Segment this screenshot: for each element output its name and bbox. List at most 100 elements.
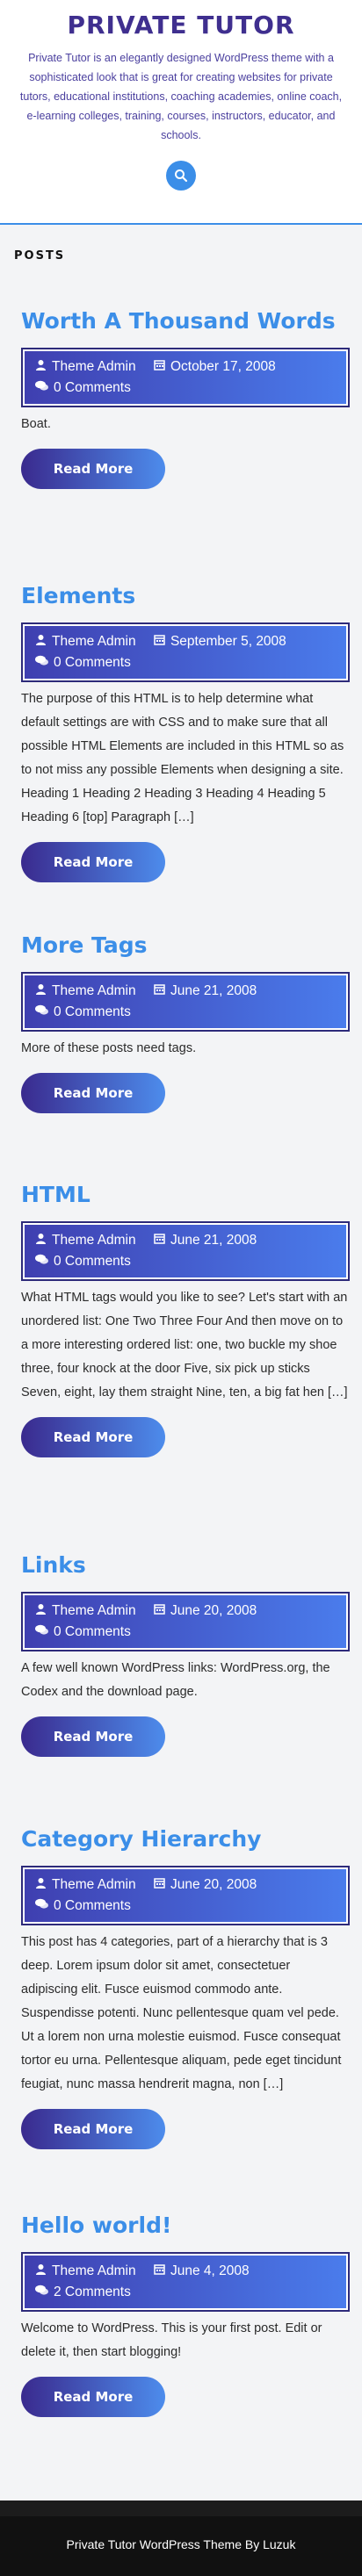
post-comments-text: 0 Comments [54,380,131,396]
post-author[interactable]: Theme Admin [35,356,136,378]
post-author-name: Theme Admin [52,983,136,999]
post: Links Theme Admin June 20, 2008 0 Commen… [0,1551,362,1758]
post-date-text: June 4, 2008 [170,2263,250,2279]
post-comments[interactable]: 0 Comments [35,1251,131,1272]
post-comments[interactable]: 0 Comments [35,1896,131,1917]
comments-icon [35,378,48,399]
post-author[interactable]: Theme Admin [35,1874,136,1896]
post-comments-text: 0 Comments [54,1254,131,1270]
post-title[interactable]: Links [21,1551,350,1579]
user-icon [35,356,47,378]
site-footer: Private Tutor WordPress Theme By Luzuk [0,2500,362,2576]
post-excerpt: This post has 4 categories, part of a hi… [21,1935,342,2092]
post-title[interactable]: Hello world! [21,2212,350,2240]
post-author-name: Theme Admin [52,1233,136,1248]
post-comments-text: 0 Comments [54,1624,131,1640]
search-button[interactable] [166,161,196,191]
user-icon [35,1874,47,1896]
user-icon [35,1230,47,1251]
post-comments-text: 0 Comments [54,1004,131,1020]
post-date-text: June 21, 2008 [170,983,257,999]
post-comments[interactable]: 0 Comments [35,652,131,673]
post-excerpt: A few well known WordPress links: WordPr… [21,1661,330,1700]
post-excerpt: Welcome to WordPress. This is your first… [21,2321,322,2360]
post-author[interactable]: Theme Admin [35,1230,136,1251]
post-comments[interactable]: 2 Comments [35,2282,131,2303]
post-author-name: Theme Admin [52,634,136,650]
comments-icon [35,1622,48,1643]
post-comments-text: 0 Comments [54,1898,131,1914]
search-icon [175,169,188,183]
page: PRIVATE TUTOR Private Tutor is an elegan… [0,0,362,2576]
post-author[interactable]: Theme Admin [35,631,136,652]
post-meta: Theme Admin June 20, 2008 0 Comments [21,1592,350,1652]
user-icon [35,631,47,652]
read-more-button[interactable]: Read More [21,842,165,883]
post-date[interactable]: June 4, 2008 [154,2261,250,2282]
post: Elements Theme Admin September 5, 2008 0 [0,582,362,883]
post-date[interactable]: June 20, 2008 [154,1874,257,1896]
post-meta: Theme Admin June 21, 2008 0 Comments [21,1221,350,1282]
post-excerpt: What HTML tags would you like to see? Le… [21,1291,348,1400]
post-excerpt: The purpose of this HTML is to help dete… [21,692,344,825]
post-author[interactable]: Theme Admin [35,981,136,1002]
user-icon [35,1601,47,1622]
post-date[interactable]: September 5, 2008 [154,631,286,652]
post: Worth A Thousand Words Theme Admin Octob… [0,307,362,490]
post-date[interactable]: October 17, 2008 [154,356,276,378]
site-description: Private Tutor is an elegantly designed W… [19,52,343,141]
post-excerpt: Boat. [21,417,51,432]
read-more-button[interactable]: Read More [21,1417,165,1458]
post-meta: Theme Admin June 21, 2008 0 Comments [21,972,350,1033]
post-meta: Theme Admin June 20, 2008 0 Comments [21,1866,350,1926]
read-more-button[interactable]: Read More [21,1716,165,1758]
post-title[interactable]: More Tags [21,932,350,960]
calendar-icon [154,631,165,652]
post-meta: Theme Admin October 17, 2008 0 Comments [21,348,350,408]
post: More Tags Theme Admin June 21, 2008 0 Co… [0,932,362,1114]
calendar-icon [154,1601,165,1622]
calendar-icon [154,981,165,1002]
post-author[interactable]: Theme Admin [35,2261,136,2282]
comments-icon [35,652,48,673]
post-comments-text: 0 Comments [54,655,131,671]
post-meta: Theme Admin June 4, 2008 2 Comments [21,2252,350,2313]
user-icon [35,2261,47,2282]
post-title[interactable]: Elements [21,582,350,610]
user-icon [35,981,47,1002]
footer-credit[interactable]: Private Tutor WordPress Theme By Luzuk [0,2516,362,2551]
post-author-name: Theme Admin [52,359,136,375]
post-date[interactable]: June 21, 2008 [154,1230,257,1251]
footer-band [0,2500,362,2516]
post-date[interactable]: June 21, 2008 [154,981,257,1002]
post: Hello world! Theme Admin June 4, 2008 2 … [0,2212,362,2418]
post: Category Hierarchy Theme Admin June 20, … [0,1825,362,2150]
post-title[interactable]: HTML [21,1181,350,1209]
read-more-button[interactable]: Read More [21,2109,165,2150]
post-comments[interactable]: 0 Comments [35,378,131,399]
read-more-button[interactable]: Read More [21,1073,165,1114]
post-author[interactable]: Theme Admin [35,1601,136,1622]
post-date-text: June 20, 2008 [170,1877,257,1893]
post-title[interactable]: Worth A Thousand Words [21,307,350,335]
site-title[interactable]: PRIVATE TUTOR [12,11,350,40]
calendar-icon [154,2261,165,2282]
calendar-icon [154,1874,165,1896]
post-title[interactable]: Category Hierarchy [21,1825,350,1853]
calendar-icon [154,1230,165,1251]
post-comments[interactable]: 0 Comments [35,1622,131,1643]
comments-icon [35,1896,48,1917]
post-meta: Theme Admin September 5, 2008 0 Comments [21,622,350,683]
post-author-name: Theme Admin [52,2263,136,2279]
post-excerpt: More of these posts need tags. [21,1041,197,1056]
comments-icon [35,1002,48,1023]
read-more-button[interactable]: Read More [21,2377,165,2418]
comments-icon [35,1251,48,1272]
read-more-button[interactable]: Read More [21,449,165,490]
post-date[interactable]: June 20, 2008 [154,1601,257,1622]
post-author-name: Theme Admin [52,1603,136,1619]
post-comments[interactable]: 0 Comments [35,1002,131,1023]
post-date-text: September 5, 2008 [170,634,286,650]
header-divider [0,223,362,225]
site-header: PRIVATE TUTOR Private Tutor is an elegan… [0,0,362,225]
